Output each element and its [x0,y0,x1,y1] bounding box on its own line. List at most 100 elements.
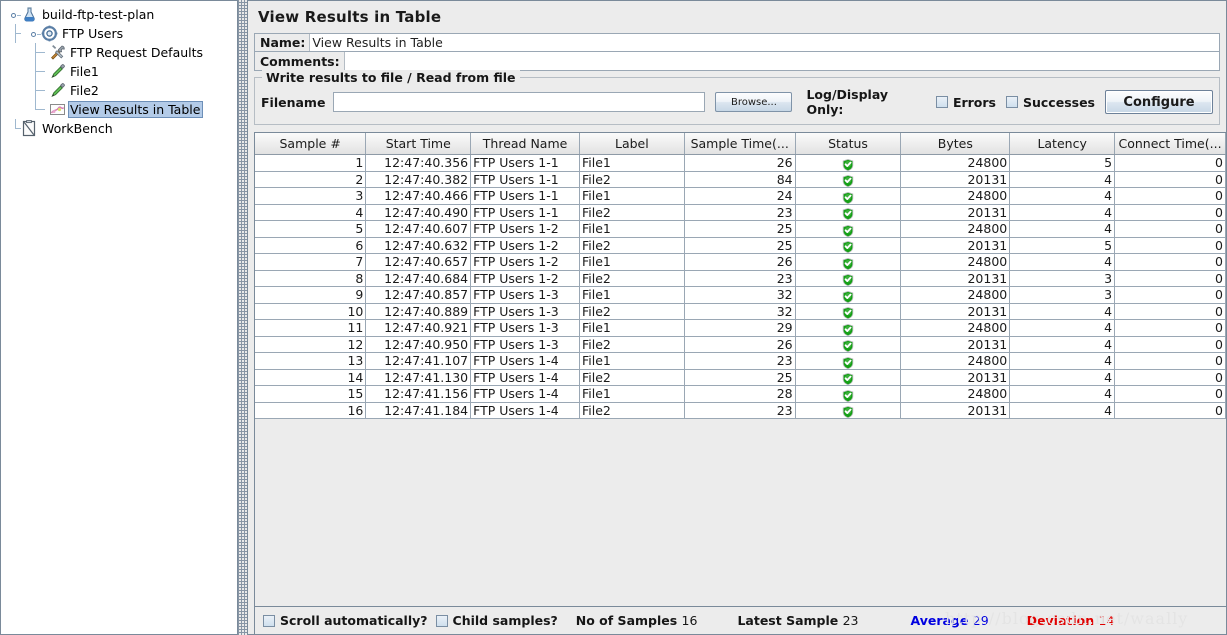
table-row[interactable]: 512:47:40.607FTP Users 1-2File1252480040 [255,221,1226,238]
table-row[interactable]: 612:47:40.632FTP Users 1-2File2252013150 [255,237,1226,254]
table-cell-connect: 0 [1115,336,1226,353]
table-column-header[interactable]: Label [579,133,684,155]
table-cell-sample: 15 [255,386,366,403]
table-cell-label: File2 [579,369,684,386]
table-cell-latency: 4 [1010,336,1115,353]
deviation-value: 14 [1099,613,1115,628]
table-cell-time: 28 [684,386,795,403]
table-cell-sample: 8 [255,270,366,287]
checkbox-box-icon[interactable] [1006,96,1018,108]
table-cell-label: File1 [579,287,684,304]
write-results-group-title: Write results to file / Read from file [262,70,520,85]
table-row[interactable]: 1312:47:41.107FTP Users 1-4File123248004… [255,353,1226,370]
average-value: 29 [973,613,989,628]
child-samples-checkbox[interactable]: Child samples? [436,613,558,628]
table-cell-thread: FTP Users 1-1 [471,204,580,221]
tree-node-label: File2 [68,82,102,99]
table-cell-thread: FTP Users 1-3 [471,336,580,353]
errors-checkbox[interactable]: Errors [936,95,996,110]
child-samples-label: Child samples? [453,613,558,628]
tree-node-file2[interactable]: File2 [1,81,237,100]
name-input[interactable] [309,34,1219,51]
table-cell-time: 25 [684,237,795,254]
name-label: Name: [255,34,309,51]
panel-splitter[interactable] [237,0,248,635]
table-row[interactable]: 1412:47:41.130FTP Users 1-4File225201314… [255,369,1226,386]
table-column-header[interactable]: Status [795,133,901,155]
status-badge [795,254,901,271]
table-cell-time: 25 [684,369,795,386]
table-cell-latency: 4 [1010,254,1115,271]
successes-checkbox[interactable]: Successes [1006,95,1095,110]
scroll-automatically-checkbox[interactable]: Scroll automatically? [263,613,428,628]
table-row[interactable]: 1212:47:40.950FTP Users 1-3File226201314… [255,336,1226,353]
comments-label: Comments: [255,52,344,70]
table-column-header[interactable]: Latency [1010,133,1115,155]
table-row[interactable]: 1012:47:40.889FTP Users 1-3File232201314… [255,303,1226,320]
table-column-header[interactable]: Connect Time(... [1115,133,1226,155]
scroll-automatically-label: Scroll automatically? [280,613,428,628]
checkbox-box-icon[interactable] [263,615,275,627]
table-column-header[interactable]: Thread Name [471,133,580,155]
table-cell-start: 12:47:40.382 [366,171,471,188]
tree-node-build-ftp-test-plan[interactable]: build-ftp-test-plan [1,5,237,24]
table-cell-start: 12:47:40.857 [366,287,471,304]
table-row[interactable]: 1512:47:41.156FTP Users 1-4File128248004… [255,386,1226,403]
table-cell-thread: FTP Users 1-3 [471,287,580,304]
tree-expand-handle-icon[interactable] [31,29,40,38]
table-row[interactable]: 112:47:40.356FTP Users 1-1File1262480050 [255,155,1226,172]
table-cell-time: 24 [684,188,795,205]
results-table[interactable]: Sample #Start TimeThread NameLabelSample… [255,133,1226,419]
test-plan-tree[interactable]: build-ftp-test-planFTP UsersFTP Request … [1,1,237,138]
table-row[interactable]: 712:47:40.657FTP Users 1-2File1262480040 [255,254,1226,271]
latest-sample-label: Latest Sample [737,613,838,628]
table-row[interactable]: 1112:47:40.921FTP Users 1-3File129248004… [255,320,1226,337]
table-row[interactable]: 912:47:40.857FTP Users 1-3File1322480030 [255,287,1226,304]
results-table-container[interactable]: Sample #Start TimeThread NameLabelSample… [254,132,1226,606]
tree-expand-handle-icon[interactable] [11,10,20,19]
tree-node-file1[interactable]: File1 [1,62,237,81]
filename-input[interactable] [333,92,705,112]
browse-button[interactable]: Browse... [715,92,792,112]
table-body[interactable]: 112:47:40.356FTP Users 1-1File1262480050… [255,155,1226,419]
table-row[interactable]: 212:47:40.382FTP Users 1-1File2842013140 [255,171,1226,188]
table-cell-thread: FTP Users 1-2 [471,270,580,287]
no-of-samples-value: 16 [682,613,698,628]
tree-node-view-results-in-table[interactable]: View Results in Table [1,100,237,119]
table-column-header[interactable]: Bytes [901,133,1010,155]
table-cell-sample: 16 [255,402,366,419]
table-cell-bytes: 24800 [901,254,1010,271]
table-cell-bytes: 20131 [901,369,1010,386]
table-row[interactable]: 1612:47:41.184FTP Users 1-4File223201314… [255,402,1226,419]
tree-node-workbench[interactable]: WorkBench [1,119,237,138]
table-cell-bytes: 24800 [901,188,1010,205]
table-cell-sample: 6 [255,237,366,254]
table-row[interactable]: 312:47:40.466FTP Users 1-1File1242480040 [255,188,1226,205]
average-label: Average [911,613,969,628]
table-cell-latency: 4 [1010,369,1115,386]
checkbox-box-icon[interactable] [936,96,948,108]
tree-node-ftp-users[interactable]: FTP Users [1,24,237,43]
checkbox-box-icon[interactable] [436,615,448,627]
table-cell-thread: FTP Users 1-4 [471,386,580,403]
tree-node-ftp-request-defaults[interactable]: FTP Request Defaults [1,43,237,62]
table-cell-time: 32 [684,287,795,304]
table-cell-sample: 3 [255,188,366,205]
table-cell-thread: FTP Users 1-2 [471,237,580,254]
average-stat: Average 29 [911,613,989,628]
table-cell-time: 26 [684,155,795,172]
tree-connector-lines [1,81,237,100]
table-cell-latency: 4 [1010,402,1115,419]
table-column-header[interactable]: Sample Time(... [684,133,795,155]
ftp-sampler-icon [49,63,66,80]
table-row[interactable]: 412:47:40.490FTP Users 1-1File2232013140 [255,204,1226,221]
write-results-group: Write results to file / Read from file F… [254,77,1220,125]
status-badge [795,369,901,386]
configure-button[interactable]: Configure [1105,90,1213,114]
table-column-header[interactable]: Start Time [366,133,471,155]
comments-input[interactable] [344,52,1219,70]
table-column-header[interactable]: Sample # [255,133,366,155]
table-cell-connect: 0 [1115,386,1226,403]
table-row[interactable]: 812:47:40.684FTP Users 1-2File2232013130 [255,270,1226,287]
test-plan-tree-panel[interactable]: build-ftp-test-planFTP UsersFTP Request … [0,0,237,635]
